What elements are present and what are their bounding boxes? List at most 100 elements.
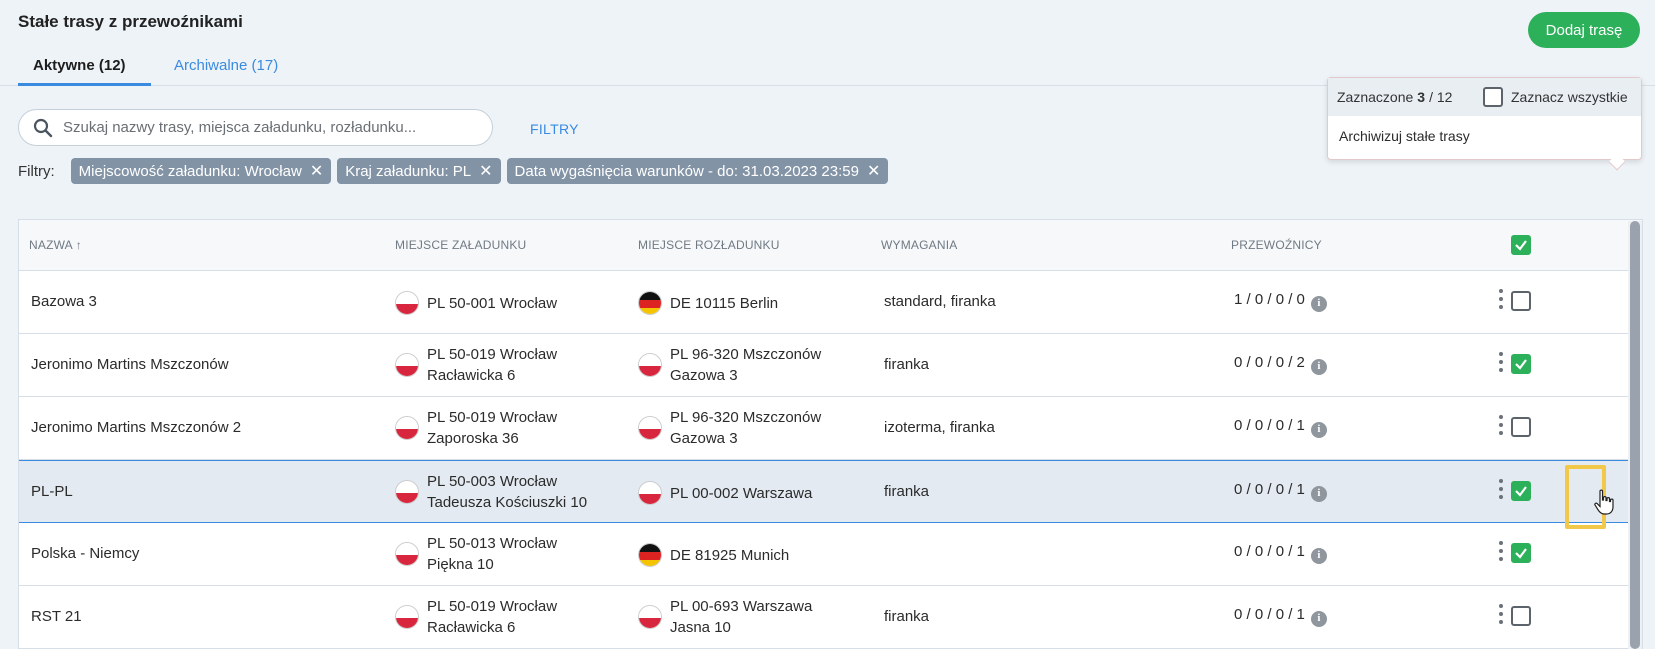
table-row[interactable]: Jeronimo Martins Mszczonów 2 PL 50-019 Wr… <box>19 397 1642 460</box>
carriers-count: 0 / 0 / 0 / 1 <box>1234 417 1305 434</box>
carriers-count: 0 / 0 / 0 / 1 <box>1234 606 1305 623</box>
flag-de-icon <box>638 291 662 315</box>
table-row[interactable]: Bazowa 3 PL 50-001 Wrocław DE 10115 Berlin… <box>19 271 1642 334</box>
close-icon[interactable]: ✕ <box>310 161 323 181</box>
search-box[interactable] <box>18 109 493 146</box>
selected-count: 3 <box>1417 89 1426 105</box>
hand-cursor-icon <box>1594 489 1614 515</box>
loading-line1: PL 50-019 Wrocław <box>427 346 558 363</box>
loading-address: PL 50-013 Wrocław Piękna 10 <box>427 533 557 575</box>
search-input[interactable] <box>63 119 483 136</box>
route-name: RST 21 <box>31 608 82 625</box>
carriers-cell: 0 / 0 / 0 / 1 i <box>1234 415 1327 438</box>
add-route-button[interactable]: Dodaj trasę <box>1528 12 1640 48</box>
loading-address: PL 50-019 Wrocław Racławicka 6 <box>427 596 557 638</box>
check-icon <box>1515 548 1527 559</box>
column-loading[interactable]: MIEJSCE ZAŁADUNKU <box>395 238 526 252</box>
flag-pl-icon <box>638 605 662 629</box>
info-icon[interactable]: i <box>1310 421 1327 438</box>
unloading-line1: PL 96-320 Mszczonów <box>670 346 822 363</box>
select-all-popup-checkbox[interactable] <box>1483 87 1503 107</box>
selected-label: Zaznaczone <box>1337 89 1414 105</box>
scrollbar-thumb[interactable] <box>1630 221 1640 649</box>
requirements: izoterma, firanka <box>884 419 995 436</box>
table-row[interactable]: RST 21 PL 50-019 Wrocław Racławicka 6 PL 00… <box>19 586 1642 649</box>
carriers-cell: 1 / 0 / 0 / 0 i <box>1234 289 1327 312</box>
loading-line1: PL 50-001 Wrocław <box>427 294 558 312</box>
flag-pl-icon <box>395 353 419 377</box>
unloading-address: PL 96-320 Mszczonów Gazowa 3 <box>670 407 821 449</box>
loading-address: PL 50-019 Wrocław Zaporoska 36 <box>427 407 557 449</box>
info-icon[interactable]: i <box>1310 358 1327 375</box>
row-menu-icon[interactable] <box>1498 289 1504 309</box>
row-checkbox[interactable] <box>1511 417 1531 437</box>
close-icon[interactable]: ✕ <box>479 161 492 181</box>
filter-chip-loading-country: Kraj załadunku: PL ✕ <box>337 158 501 184</box>
table-row[interactable]: Jeronimo Martins Mszczonów PL 50-019 Wroc… <box>19 334 1642 397</box>
flag-pl-icon <box>638 353 662 377</box>
carriers-count: 0 / 0 / 0 / 2 <box>1234 354 1305 371</box>
row-menu-icon[interactable] <box>1498 352 1504 372</box>
loading-line1: PL 50-013 Wrocław <box>427 535 558 552</box>
flag-pl-icon <box>638 416 662 440</box>
content-area: FILTRY Filtry: Miejscowość załadunku: Wr… <box>0 87 1655 649</box>
unloading-line1: PL 00-002 Warszawa <box>670 484 813 502</box>
table-row[interactable]: Polska - Niemcy PL 50-013 Wrocław Piękna 1… <box>19 523 1642 586</box>
flag-pl-icon <box>395 291 419 315</box>
unloading-place: PL 00-693 Warszawa Jasna 10 <box>638 596 812 638</box>
select-all-toggle[interactable]: Zaznacz wszystkie <box>1483 87 1628 107</box>
unloading-line2: Jasna 10 <box>670 619 731 636</box>
row-checkbox[interactable] <box>1511 291 1531 311</box>
loading-place: PL 50-001 Wrocław <box>395 291 557 315</box>
loading-line2: Racławicka 6 <box>427 619 516 636</box>
archive-routes-action[interactable]: Archiwizuj stałe trasy <box>1328 116 1641 156</box>
row-checkbox[interactable] <box>1511 481 1531 501</box>
row-menu-icon[interactable] <box>1498 415 1504 435</box>
filter-chip-label: Kraj załadunku: PL <box>345 162 472 180</box>
carriers-cell: 0 / 0 / 0 / 1 i <box>1234 541 1327 564</box>
row-menu-icon[interactable] <box>1498 604 1504 624</box>
tab-archived[interactable]: Archiwalne (17) <box>174 57 278 86</box>
unloading-place: PL 00-002 Warszawa <box>638 481 812 505</box>
carriers-cell: 0 / 0 / 0 / 1 i <box>1234 604 1327 627</box>
unloading-address: PL 00-693 Warszawa Jasna 10 <box>670 596 812 638</box>
close-icon[interactable]: ✕ <box>867 161 880 181</box>
column-carriers[interactable]: PRZEWOŹNICY <box>1231 238 1322 252</box>
filters-label: Filtry: <box>18 162 55 180</box>
filters-link[interactable]: FILTRY <box>530 121 579 137</box>
loading-address: PL 50-003 Wrocław Tadeusza Kościuszki 10 <box>427 471 587 513</box>
unloading-place: DE 10115 Berlin <box>638 291 778 315</box>
column-requirements[interactable]: WYMAGANIA <box>881 238 957 252</box>
requirements: firanka <box>884 608 930 625</box>
filter-chip-loading-city: Miejscowość załadunku: Wrocław ✕ <box>70 158 332 184</box>
table-body: Bazowa 3 PL 50-001 Wrocław DE 10115 Berlin… <box>19 271 1642 649</box>
unloading-line1: DE 10115 Berlin <box>670 294 779 312</box>
loading-place: PL 50-003 Wrocław Tadeusza Kościuszki 10 <box>395 471 587 513</box>
row-menu-icon[interactable] <box>1498 541 1504 561</box>
info-icon[interactable]: i <box>1310 295 1327 312</box>
info-icon[interactable]: i <box>1310 485 1327 502</box>
unloading-line2: Gazowa 3 <box>670 367 738 384</box>
flag-pl-icon <box>395 542 419 566</box>
loading-place: PL 50-019 Wrocław Racławicka 6 <box>395 596 557 638</box>
column-unloading[interactable]: MIEJSCE ROZŁADUNKU <box>638 238 780 252</box>
tab-active[interactable]: Aktywne (12) <box>18 57 151 86</box>
row-checkbox[interactable] <box>1511 354 1531 374</box>
flag-de-icon <box>638 543 662 567</box>
row-checkbox[interactable] <box>1511 606 1531 626</box>
unloading-line2: Gazowa 3 <box>670 430 738 447</box>
select-all-checkbox[interactable] <box>1511 235 1531 255</box>
selection-summary: Zaznaczone 3 / 12 Zaznacz wszystkie <box>1328 78 1641 116</box>
table-row[interactable]: PL-PL PL 50-003 Wrocław Tadeusza Kościuszk… <box>19 460 1642 523</box>
page-title: Stałe trasy z przewoźnikami <box>18 12 243 31</box>
column-name[interactable]: NAZWA ↑ <box>29 238 82 252</box>
sort-arrow-icon: ↑ <box>75 238 82 252</box>
row-checkbox[interactable] <box>1511 543 1531 563</box>
selected-total: / 12 <box>1429 89 1453 105</box>
row-menu-icon[interactable] <box>1498 479 1504 499</box>
unloading-place: PL 96-320 Mszczonów Gazowa 3 <box>638 407 821 449</box>
scrollbar[interactable] <box>1628 221 1642 649</box>
route-name: Jeronimo Martins Mszczonów 2 <box>31 419 242 436</box>
info-icon[interactable]: i <box>1310 547 1327 564</box>
info-icon[interactable]: i <box>1310 610 1327 627</box>
